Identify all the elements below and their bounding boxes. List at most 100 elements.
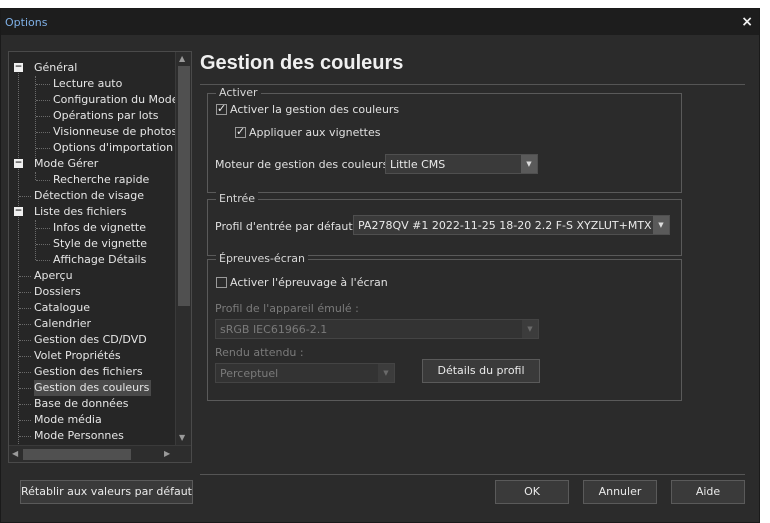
tree-vertical-scroll-thumb[interactable] — [178, 66, 190, 306]
engine-select[interactable]: Little CMS ▼ — [385, 154, 538, 174]
tree-item[interactable]: Base de données — [34, 396, 130, 412]
close-icon[interactable]: × — [741, 14, 753, 30]
input-profile-select[interactable]: PA278QV #1 2022-11-25 18-20 2.2 F-S XYZL… — [353, 215, 670, 235]
scroll-down-icon[interactable]: ▼ — [179, 433, 185, 442]
tree-guide — [19, 324, 31, 325]
tree-item[interactable]: Volet Propriétés — [34, 348, 123, 364]
tree-guide — [19, 436, 31, 437]
enable-soft-proofing-label[interactable]: Activer l'épreuvage à l'écran — [230, 276, 388, 289]
tree-guide — [36, 244, 50, 245]
tree-item[interactable]: Configuration du Mode — [53, 92, 175, 108]
tree-vertical-scrollbar[interactable]: ▲ ▼ — [175, 52, 191, 445]
help-button[interactable]: Aide — [671, 480, 745, 504]
scroll-right-icon[interactable]: ▶ — [164, 449, 170, 458]
tree-guide — [19, 276, 31, 277]
input-profile-value: PA278QV #1 2022-11-25 18-20 2.2 F-S XYZL… — [358, 219, 652, 232]
tree-guide — [35, 172, 36, 180]
tree-guide — [19, 420, 31, 421]
tree-item[interactable]: Dossiers — [34, 284, 83, 300]
tree-item[interactable]: Détection de visage — [34, 188, 146, 204]
apply-to-thumbnails-label[interactable]: Appliquer aux vignettes — [249, 126, 380, 139]
tree-guide — [19, 292, 31, 293]
profile-details-button[interactable]: Détails du profil — [422, 359, 540, 383]
tree-guide — [19, 388, 31, 389]
rendering-intent-label: Rendu attendu : — [215, 346, 304, 359]
tree-item[interactable]: Affichage Détails — [53, 252, 148, 268]
tree-guide — [18, 64, 19, 444]
rendering-intent-select[interactable]: Perceptuel ▼ — [215, 363, 395, 383]
ok-button[interactable]: OK — [495, 480, 569, 504]
tree-item[interactable]: Mode Gérer — [34, 156, 100, 172]
chevron-down-icon[interactable]: ▼ — [653, 216, 669, 234]
input-profile-label: Profil d'entrée par défaut : — [215, 220, 360, 233]
entree-legend: Entrée — [216, 192, 259, 205]
device-profile-select[interactable]: sRGB IEC61966-2.1 ▼ — [215, 319, 539, 339]
tree-item[interactable]: Gestion des CD/DVD — [34, 332, 149, 348]
epreuves-group: Épreuves-écran Activer l'épreuvage à l'é… — [207, 252, 682, 401]
rendering-intent-value: Perceptuel — [220, 367, 279, 380]
options-window: Options × − Général Lecture auto Configurat… — [0, 8, 760, 523]
cancel-button[interactable]: Annuler — [583, 480, 657, 504]
tree-list: − Général Lecture auto Configuration du Mod… — [9, 52, 175, 445]
tree-item[interactable]: Gestion des couleurs — [34, 380, 152, 396]
enable-color-management-checkbox[interactable] — [216, 102, 227, 115]
tree-guide — [19, 404, 31, 405]
device-profile-label: Profil de l'appareil émulé : — [215, 302, 359, 315]
engine-label: Moteur de gestion des couleurs : — [215, 158, 396, 171]
tree-guide — [19, 372, 31, 373]
tree-guide — [36, 180, 50, 181]
tree-guide — [36, 100, 50, 101]
title-divider — [200, 84, 745, 85]
enable-soft-proofing-checkbox[interactable] — [216, 277, 227, 288]
scroll-left-icon[interactable]: ◀ — [12, 449, 18, 458]
window-title: Options — [5, 16, 48, 29]
page-title: Gestion des couleurs — [200, 52, 404, 74]
tree-item[interactable]: Style de vignette — [53, 236, 149, 252]
footer-divider — [200, 474, 745, 475]
tree-guide — [19, 356, 31, 357]
tree-item[interactable]: Liste des fichiers — [34, 204, 129, 220]
tree-item[interactable]: Calendrier — [34, 316, 93, 332]
tree-guide — [35, 76, 36, 164]
tree-item[interactable]: Aperçu — [34, 268, 75, 284]
tree-guide — [36, 132, 50, 133]
options-tree: − Général Lecture auto Configuration du Mod… — [8, 51, 192, 463]
tree-item[interactable]: Général — [34, 60, 79, 76]
expander-minus-icon[interactable]: − — [14, 159, 23, 168]
tree-guide — [35, 220, 36, 260]
tree-item[interactable]: Lecture auto — [53, 76, 124, 92]
entree-group: Entrée Profil d'entrée par défaut : PA27… — [207, 192, 682, 256]
tree-item[interactable]: Visionneuse de photos pa — [53, 124, 175, 140]
tree-guide — [36, 260, 50, 261]
expander-minus-icon[interactable]: − — [14, 63, 23, 72]
tree-item[interactable]: Catalogue — [34, 300, 92, 316]
expander-minus-icon[interactable]: − — [14, 207, 23, 216]
device-profile-value: sRGB IEC61966-2.1 — [220, 323, 328, 336]
tree-item[interactable]: Opérations par lots — [53, 108, 161, 124]
tree-guide — [19, 340, 31, 341]
tree-item[interactable]: Mode Personnes — [34, 428, 126, 444]
tree-horizontal-scrollbar[interactable]: ◀ ▶ — [9, 445, 191, 462]
tree-guide — [36, 148, 50, 149]
scroll-up-icon[interactable]: ▲ — [179, 54, 185, 63]
reset-defaults-button[interactable]: Rétablir aux valeurs par défaut — [20, 480, 193, 504]
chevron-down-icon[interactable]: ▼ — [378, 364, 394, 382]
chevron-down-icon[interactable]: ▼ — [521, 155, 537, 173]
activer-group: Activer Activer la gestion des couleurs … — [207, 86, 682, 193]
enable-color-management-label[interactable]: Activer la gestion des couleurs — [230, 103, 399, 116]
title-bar: Options × — [1, 9, 759, 35]
tree-guide — [19, 308, 31, 309]
tree-guide — [19, 196, 31, 197]
tree-item[interactable]: Gestion des fichiers — [34, 364, 145, 380]
tree-guide — [36, 116, 50, 117]
tree-item[interactable]: Recherche rapide — [53, 172, 151, 188]
tree-item[interactable]: Options d'importation — [53, 140, 175, 156]
tree-horizontal-scroll-thumb[interactable] — [23, 449, 131, 460]
apply-to-thumbnails-checkbox[interactable] — [235, 125, 246, 138]
tree-guide — [36, 228, 50, 229]
chevron-down-icon[interactable]: ▼ — [522, 320, 538, 338]
tree-guide — [36, 84, 50, 85]
tree-item[interactable]: Mode média — [34, 412, 104, 428]
activer-legend: Activer — [216, 86, 261, 99]
tree-item[interactable]: Infos de vignette — [53, 220, 148, 236]
